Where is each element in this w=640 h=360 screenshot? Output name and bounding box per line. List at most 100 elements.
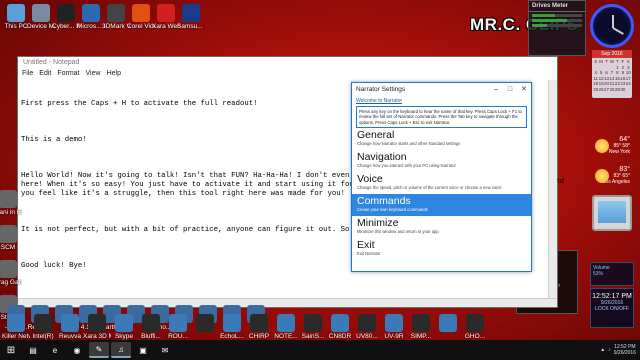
desktop-shortcut[interactable]: CHIRP: [245, 314, 273, 340]
narrator-option-exit[interactable]: Exit Exit Narrator: [352, 238, 531, 260]
minimize-icon[interactable]: –: [489, 86, 503, 93]
drives-meter-gadget[interactable]: Drives Meter: [528, 0, 586, 56]
desktop-shortcut[interactable]: Killer Netw...: [2, 314, 30, 340]
narrator-title: Narrator Settings: [356, 85, 406, 93]
desktop-shortcut[interactable]: Drag Gam...: [0, 260, 22, 286]
narrator-option-commands[interactable]: Commands Create your own keyboard command…: [352, 194, 531, 216]
ghost-icon: [466, 314, 484, 332]
menu-help[interactable]: Help: [107, 70, 121, 79]
tray-clock[interactable]: 12:52 PM 9/26/2016: [614, 344, 636, 356]
desktop-shortcut[interactable]: ROU...: [164, 314, 192, 340]
system-tray: ▲ ♪ 12:52 PM 9/26/2016: [600, 344, 640, 356]
desktop-shortcut[interactable]: Mani in EM: [0, 190, 22, 216]
notepad-icon[interactable]: ✎: [89, 342, 109, 358]
desktop-shortcut-label: EchoL...: [220, 333, 244, 340]
cn8dr-icon: [331, 314, 349, 332]
desktop-shortcut-label: UV80...: [356, 333, 378, 340]
desktop-shortcut[interactable]: Corel Video...: [127, 4, 155, 30]
desktop-shortcut-label: CN8DR: [328, 333, 352, 340]
menu-view[interactable]: View: [86, 70, 101, 79]
computer-icon: [7, 4, 25, 22]
weather-gadget[interactable]: 83° 83° 65° Los Angeles: [592, 166, 632, 194]
mail-icon[interactable]: ✉: [155, 342, 175, 358]
start-button[interactable]: ⊞: [0, 340, 22, 360]
echolink-icon: [223, 314, 241, 332]
desktop-shortcut[interactable]: UV80...: [353, 314, 381, 340]
desktop-shortcut-label: Reuvva: [58, 333, 82, 340]
desktop-shortcut-label: Samsu... Magician: [177, 23, 205, 30]
desktop-shortcut[interactable]: Intel(R): [29, 314, 57, 340]
taskbar-apps: ▤ e ◉ ✎ ♫ ▣ ✉: [22, 342, 176, 358]
drive-bar: [532, 19, 582, 22]
menu-edit[interactable]: Edit: [39, 70, 51, 79]
network-icon[interactable]: ▲: [600, 347, 605, 353]
volume-gadget[interactable]: Volume 53%: [590, 262, 634, 286]
narrator-option-navigation[interactable]: Navigation Change how you interact with y…: [352, 150, 531, 172]
narrator-option-general[interactable]: General Change how Narrator starts and ot…: [352, 128, 531, 150]
desktop-shortcut-label: 3DMark Vantage: [102, 23, 130, 30]
xara-icon: [157, 4, 175, 22]
desktop-shortcut-label: Xara 3D Maker 7: [83, 333, 111, 340]
desktop-shortcut[interactable]: 3DMark Vantage: [102, 4, 130, 30]
option-description: Change how Narrator starts and other sta…: [357, 141, 461, 146]
desktop-shortcut[interactable]: SCM: [0, 225, 22, 251]
desktop-shortcut[interactable]: [434, 314, 462, 333]
narrator-icon[interactable]: ♫: [111, 342, 131, 358]
desktop-shortcut-label: Drag Gam...: [0, 279, 22, 286]
digital-clock-gadget[interactable]: 12:52:17 PM 9/26/2016 LOCK ON/OFF: [590, 288, 634, 328]
desktop-shortcut-label: This PC: [4, 23, 28, 30]
desktop-shortcut[interactable]: Samsu... Magician: [177, 4, 205, 30]
option-heading: Commands: [357, 195, 411, 207]
desktop-shortcut[interactable]: CN8DR: [326, 314, 354, 340]
volume-icon[interactable]: ♪: [608, 347, 611, 353]
desktop-shortcut[interactable]: [191, 314, 219, 333]
volume-value: 53%: [593, 271, 604, 277]
desktop-shortcut[interactable]: Xara 3D Maker 7: [83, 314, 111, 340]
narrator-option-voice[interactable]: Voice Change the speed, pitch or volume o…: [352, 172, 531, 194]
narrator-settings-window[interactable]: Narrator Settings – □ ✕ Welcome to Narra…: [351, 82, 532, 272]
monitor-gadget[interactable]: [592, 195, 632, 231]
weather-gadget[interactable]: 64° 85° 58° New York: [592, 136, 632, 164]
desktop-shortcut[interactable]: Reuvva: [56, 314, 84, 340]
vertical-scrollbar[interactable]: [548, 80, 557, 298]
uv9r-icon: [385, 314, 403, 332]
desktop-shortcut[interactable]: Xara Web...: [152, 4, 180, 30]
desktop-shortcut[interactable]: SIMP...: [407, 314, 435, 340]
clock-minute-hand: [612, 27, 624, 35]
menu-file[interactable]: File: [22, 70, 33, 79]
desktop-shortcut[interactable]: UV-9R: [380, 314, 408, 340]
desktop-shortcut[interactable]: Device Mana...: [27, 4, 55, 30]
maximize-icon[interactable]: □: [503, 86, 517, 93]
desktop-shortcut-label: Skype: [114, 333, 134, 340]
dragon-icon: [0, 260, 17, 278]
drive-bar: [532, 14, 582, 17]
analog-clock-gadget[interactable]: [590, 4, 634, 48]
lock-label: LOCK ON/OFF: [595, 306, 629, 312]
desktop-shortcut-label: Corel Video...: [127, 23, 155, 30]
menu-format[interactable]: Format: [57, 70, 79, 79]
app-icon: [196, 314, 214, 332]
file-explorer-icon[interactable]: ▤: [23, 342, 43, 358]
calendar-grid: S M T W T F S 1 2 3 4 5 6 7 8 9 10 11 12 13 14 15 16 17 18 19 20 21…: [592, 58, 632, 93]
calendar-gadget[interactable]: Sep 2016 S M T W T F S 1 2 3 4 5 6 7 8 9 10 11 12 13 14 15 16 1…: [592, 50, 632, 98]
killer-icon: [7, 314, 25, 332]
option-heading: Navigation: [357, 151, 407, 163]
narrator-option-minimize[interactable]: Minimize Minimize this window and return …: [352, 216, 531, 238]
drives-meter-title: Drives Meter: [529, 1, 585, 12]
desktop-shortcut[interactable]: Bluffi...: [137, 314, 165, 340]
desktop-shortcut[interactable]: SainS...: [299, 314, 327, 340]
chirp-icon: [250, 314, 268, 332]
store-icon[interactable]: ▣: [133, 342, 153, 358]
desktop-shortcut[interactable]: EchoL...: [218, 314, 246, 340]
edge-icon[interactable]: e: [45, 342, 65, 358]
desktop-shortcut[interactable]: Skype: [110, 314, 138, 340]
desktop-shortcut[interactable]: This PC: [2, 4, 30, 30]
desktop-shortcut[interactable]: NOTE...: [272, 314, 300, 340]
close-icon[interactable]: ✕: [517, 85, 531, 93]
desktop-shortcut[interactable]: Cyber... Power...: [52, 4, 80, 30]
desktop-shortcut[interactable]: GHO...: [461, 314, 489, 340]
desktop-shortcut[interactable]: Micros... ICE: [77, 4, 105, 30]
chrome-icon[interactable]: ◉: [67, 342, 87, 358]
calendar-day[interactable]: [626, 87, 631, 93]
narrator-welcome-link[interactable]: Welcome to Narrator: [352, 95, 531, 106]
